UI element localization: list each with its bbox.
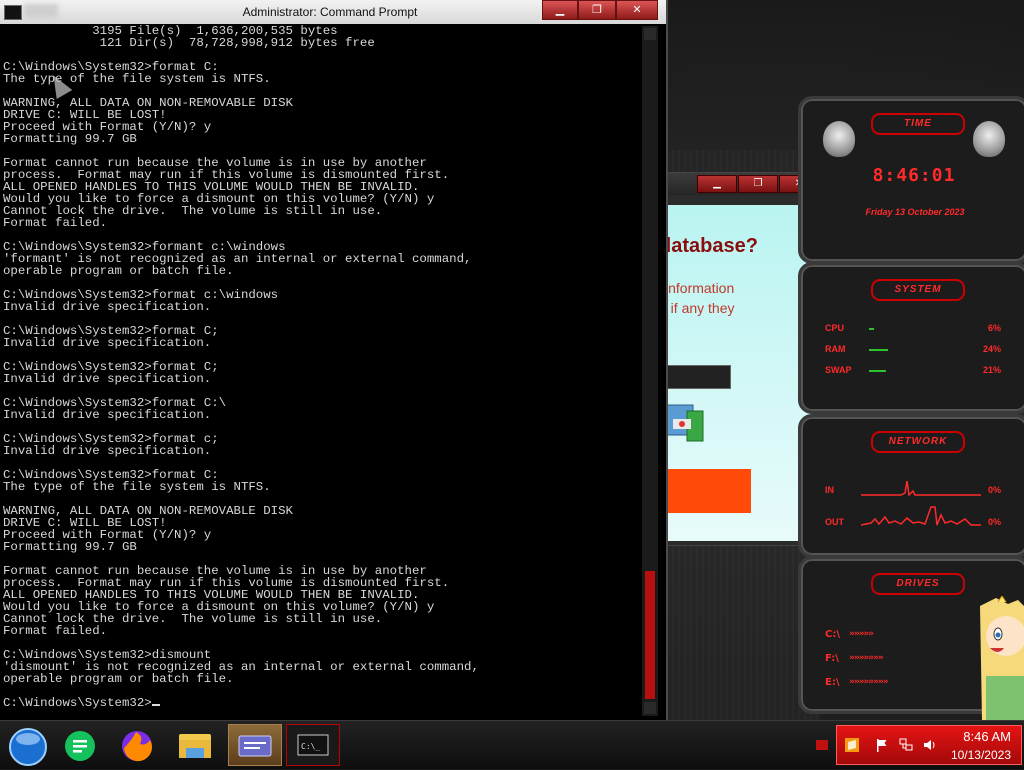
system-gadget[interactable]: SYSTEM CPU 6% RAM 24% SWAP 21%	[798, 262, 1024, 414]
time-gadget-header: TIME	[871, 113, 965, 135]
system-stat-label: CPU	[825, 323, 845, 333]
console-line: Formatting 99.7 GB	[3, 540, 137, 554]
system-stat-bar	[869, 370, 886, 372]
system-stat-label: SWAP	[825, 365, 852, 375]
network-icon[interactable]	[899, 738, 913, 752]
taskbar-clock-date[interactable]: 10/13/2023	[951, 748, 1011, 762]
command-prompt-icon: C:\_	[297, 734, 329, 756]
scrollbar-thumb[interactable]	[645, 571, 655, 699]
cartoon-character-image	[980, 596, 1024, 720]
taskbar-window-button[interactable]	[228, 724, 282, 766]
network-in-label: IN	[825, 485, 834, 495]
system-stat-bar	[869, 349, 888, 351]
sublime-icon[interactable]	[845, 738, 859, 752]
cmd-titlebar[interactable]: Administrator: Command Prompt ▁ ❐ ✕	[0, 0, 666, 24]
console-line: The type of the file system is NTFS.	[3, 72, 271, 86]
console-line: operable program or batch file.	[3, 264, 234, 278]
text-cursor	[151, 704, 160, 706]
dialog-text-line: information	[665, 280, 735, 296]
console-line: The type of the file system is NTFS.	[3, 480, 271, 494]
show-hidden-icons-button[interactable]	[816, 740, 828, 750]
drive-label: F:\	[825, 653, 839, 664]
drive-label: C:\	[825, 629, 840, 640]
console-line: Invalid drive specification.	[3, 336, 212, 350]
dialog-minimize-button[interactable]: ▁	[697, 175, 737, 193]
system-stat-value: 24%	[982, 344, 1001, 354]
system-gadget-header: SYSTEM	[871, 279, 965, 301]
drive-usage-arrows: »»»»»»»	[849, 653, 884, 663]
svg-text:C:\_: C:\_	[301, 742, 320, 751]
taskbar-clock-time[interactable]: 8:46 AM	[963, 729, 1011, 744]
taskbar: C:\_ 8:46 AM 10/13/2023	[0, 720, 1024, 769]
console-line: Invalid drive specification.	[3, 408, 212, 422]
alien-head-icon	[973, 121, 1005, 157]
drive-usage-arrows: »»»»»	[849, 629, 874, 639]
system-stat-row: CPU 6%	[825, 323, 1001, 335]
scroll-up-arrow[interactable]	[644, 28, 656, 40]
console-line: Format failed.	[3, 624, 108, 638]
gadget-clock: 8:46:01	[872, 165, 956, 186]
console-output[interactable]: 3195 File(s) 1,636,200,535 bytes 121 Dir…	[3, 25, 639, 715]
console-line: Format failed.	[3, 216, 108, 230]
drive-usage-arrows: »»»»»»»»	[849, 677, 889, 687]
taskbar-cmd-button[interactable]: C:\_	[286, 724, 340, 766]
console-line: Formatting 99.7 GB	[3, 132, 137, 146]
firefox-icon[interactable]	[110, 724, 164, 766]
network-out-value: 0%	[987, 517, 1001, 527]
command-prompt-window[interactable]: Administrator: Command Prompt ▁ ❐ ✕ 3195…	[0, 0, 668, 720]
volume-icon[interactable]	[923, 738, 937, 752]
console-line: Invalid drive specification.	[3, 300, 212, 314]
start-orb-icon[interactable]	[2, 724, 56, 766]
dialog-text-line: e if any they	[659, 300, 735, 316]
console-line: Invalid drive specification.	[3, 372, 212, 386]
file-explorer-icon[interactable]	[168, 724, 222, 766]
network-out-graph	[861, 506, 981, 526]
alien-head-icon	[823, 121, 855, 157]
drive-label: E:\	[825, 677, 840, 688]
cmd-scrollbar[interactable]	[642, 26, 658, 716]
console-line: Invalid drive specification.	[3, 444, 212, 458]
messages-app-icon[interactable]	[54, 724, 108, 766]
time-gadget[interactable]: TIME 8:46:01 Friday 13 October 2023	[798, 96, 1024, 264]
system-stat-bar	[869, 328, 874, 330]
system-tray[interactable]: 8:46 AM 10/13/2023	[836, 725, 1022, 765]
system-stat-row: RAM 24%	[825, 344, 1001, 356]
cmd-minimize-button[interactable]: ▁	[542, 0, 578, 20]
dialog-maximize-button[interactable]: ❐	[738, 175, 778, 193]
console-line: operable program or batch file.	[3, 672, 234, 686]
cmd-maximize-button[interactable]: ❐	[578, 0, 616, 20]
scroll-down-arrow[interactable]	[644, 702, 656, 714]
gadget-date: Friday 13 October 2023	[865, 207, 965, 217]
console-line: C:\Windows\System32>	[3, 696, 152, 710]
network-out-label: OUT	[825, 517, 844, 527]
network-in-graph	[861, 480, 981, 497]
network-in-value: 0%	[987, 485, 1001, 495]
action-center-flag-icon[interactable]	[875, 738, 889, 752]
window-icon	[238, 735, 272, 757]
system-stat-label: RAM	[825, 344, 846, 354]
dialog-titlebar[interactable]: ▁ ❐ ✕	[641, 173, 821, 195]
dialog-heading: database?	[659, 235, 758, 257]
system-stat-value: 6%	[987, 323, 1001, 333]
system-stat-row: SWAP 21%	[825, 365, 1001, 377]
console-line: 121 Dir(s) 78,728,998,912 bytes free	[3, 36, 375, 50]
system-stat-value: 21%	[982, 365, 1001, 375]
network-gadget-header: NETWORK	[871, 431, 965, 453]
drives-gadget-header: DRIVES	[871, 573, 965, 595]
cmd-close-button[interactable]: ✕	[616, 0, 658, 20]
network-gadget[interactable]: NETWORK IN 0% OUT 0%	[798, 414, 1024, 558]
